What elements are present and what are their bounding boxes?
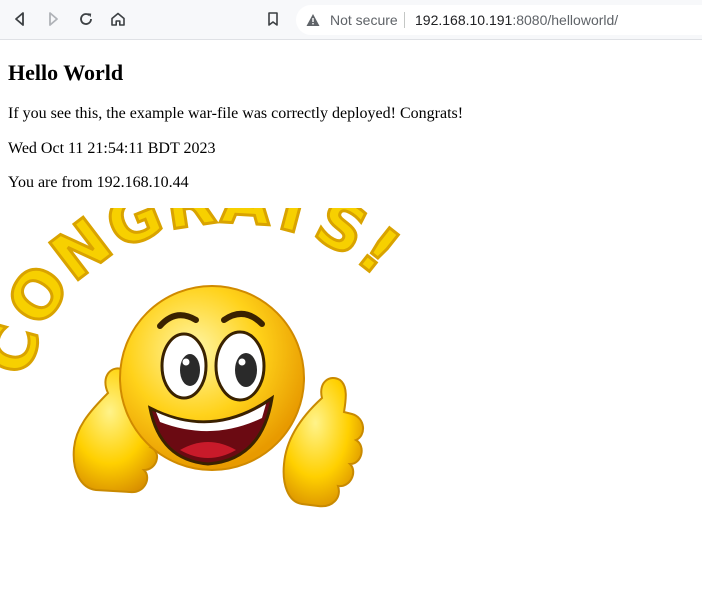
bookmark-icon [265,11,281,27]
home-icon [110,11,126,27]
smiley-face [119,285,305,471]
back-button[interactable] [9,8,31,30]
reload-icon [78,11,94,27]
url-path: :8080/helloworld/ [512,12,619,28]
address-bar[interactable]: Not secure 192.168.10.191:8080/helloworl… [296,5,702,35]
security-label[interactable]: Not secure [330,12,398,28]
server-date: Wed Oct 11 21:54:11 BDT 2023 [8,140,216,157]
reload-button[interactable] [75,8,97,30]
congrats-image: CONGRATS! [0,208,413,508]
forward-icon [45,11,61,27]
address-divider [404,12,405,28]
forward-button[interactable] [42,8,64,30]
page-title: Hello World [8,60,124,85]
warning-icon[interactable] [306,13,320,32]
bookmark-button[interactable] [262,8,284,30]
url-text[interactable]: 192.168.10.191:8080/helloworld/ [415,12,618,28]
client-origin: You are from 192.168.10.44 [8,174,189,191]
back-icon [12,11,28,27]
url-host: 192.168.10.191 [415,12,513,28]
home-button[interactable] [107,8,129,30]
deploy-message: If you see this, the example war-file wa… [8,105,464,122]
browser-toolbar: Not secure 192.168.10.191:8080/helloworl… [0,0,702,40]
